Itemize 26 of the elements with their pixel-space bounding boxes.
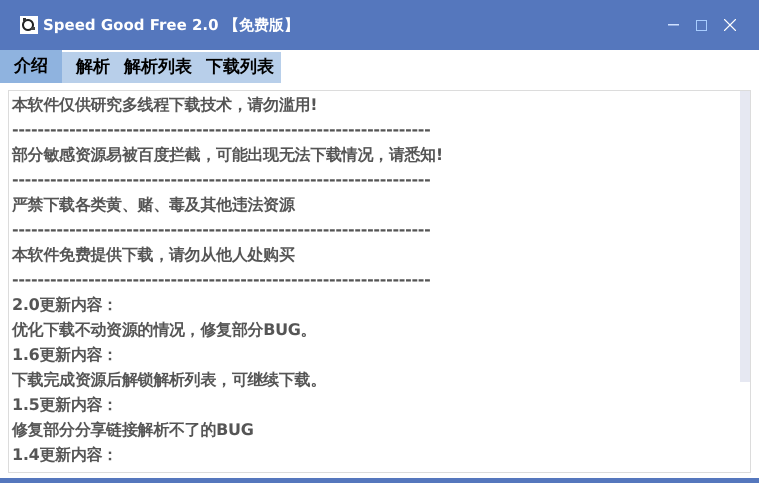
text-line: ------------------------------------------------------------------ [12,219,430,241]
app-icon [20,16,38,34]
text-line: 严禁下载各类黄、赌、毒及其他违法资源 [12,194,295,216]
tab[interactable]: 解析 [62,52,117,83]
text-line: 2.0更新内容： [12,294,118,316]
text-line: 本软件免费提供下载，请勿从他人处购买 [12,244,295,266]
scrollbar-thumb[interactable] [740,91,750,382]
text-line: 本软件仅供研究多线程下载技术，请勿滥用! [12,94,318,116]
close-icon[interactable] [724,19,736,31]
text-line: ------------------------------------------------------------------ [12,119,430,141]
text-line: 修复部分分享链接解析不了的BUG [12,419,254,441]
text-line: 1.5更新内容： [12,394,118,416]
minimize-icon[interactable] [668,24,679,26]
window-title: Speed Good Free 2.0 【免费版】 [43,14,299,36]
text-line: 1.4更新内容： [12,444,118,466]
tab[interactable]: 下载列表 [199,52,281,83]
tab[interactable]: 解析列表 [117,52,199,83]
text-box[interactable] [8,90,751,473]
text-line: 1.6更新内容： [12,344,118,366]
text-line: ------------------------------------------------------------------ [12,169,430,191]
text-line: 下载完成资源后解锁解析列表，可继续下载。 [12,369,326,391]
text-line: 部分敏感资源易被百度拦截，可能出现无法下载情况，请悉知! [12,144,443,166]
text-line: 优化下载不动资源的情况，修复部分BUG。 [12,319,316,341]
maximize-icon[interactable] [696,20,707,30]
text-line: ------------------------------------------------------------------ [12,269,430,291]
tab[interactable]: 介绍 [0,50,62,83]
